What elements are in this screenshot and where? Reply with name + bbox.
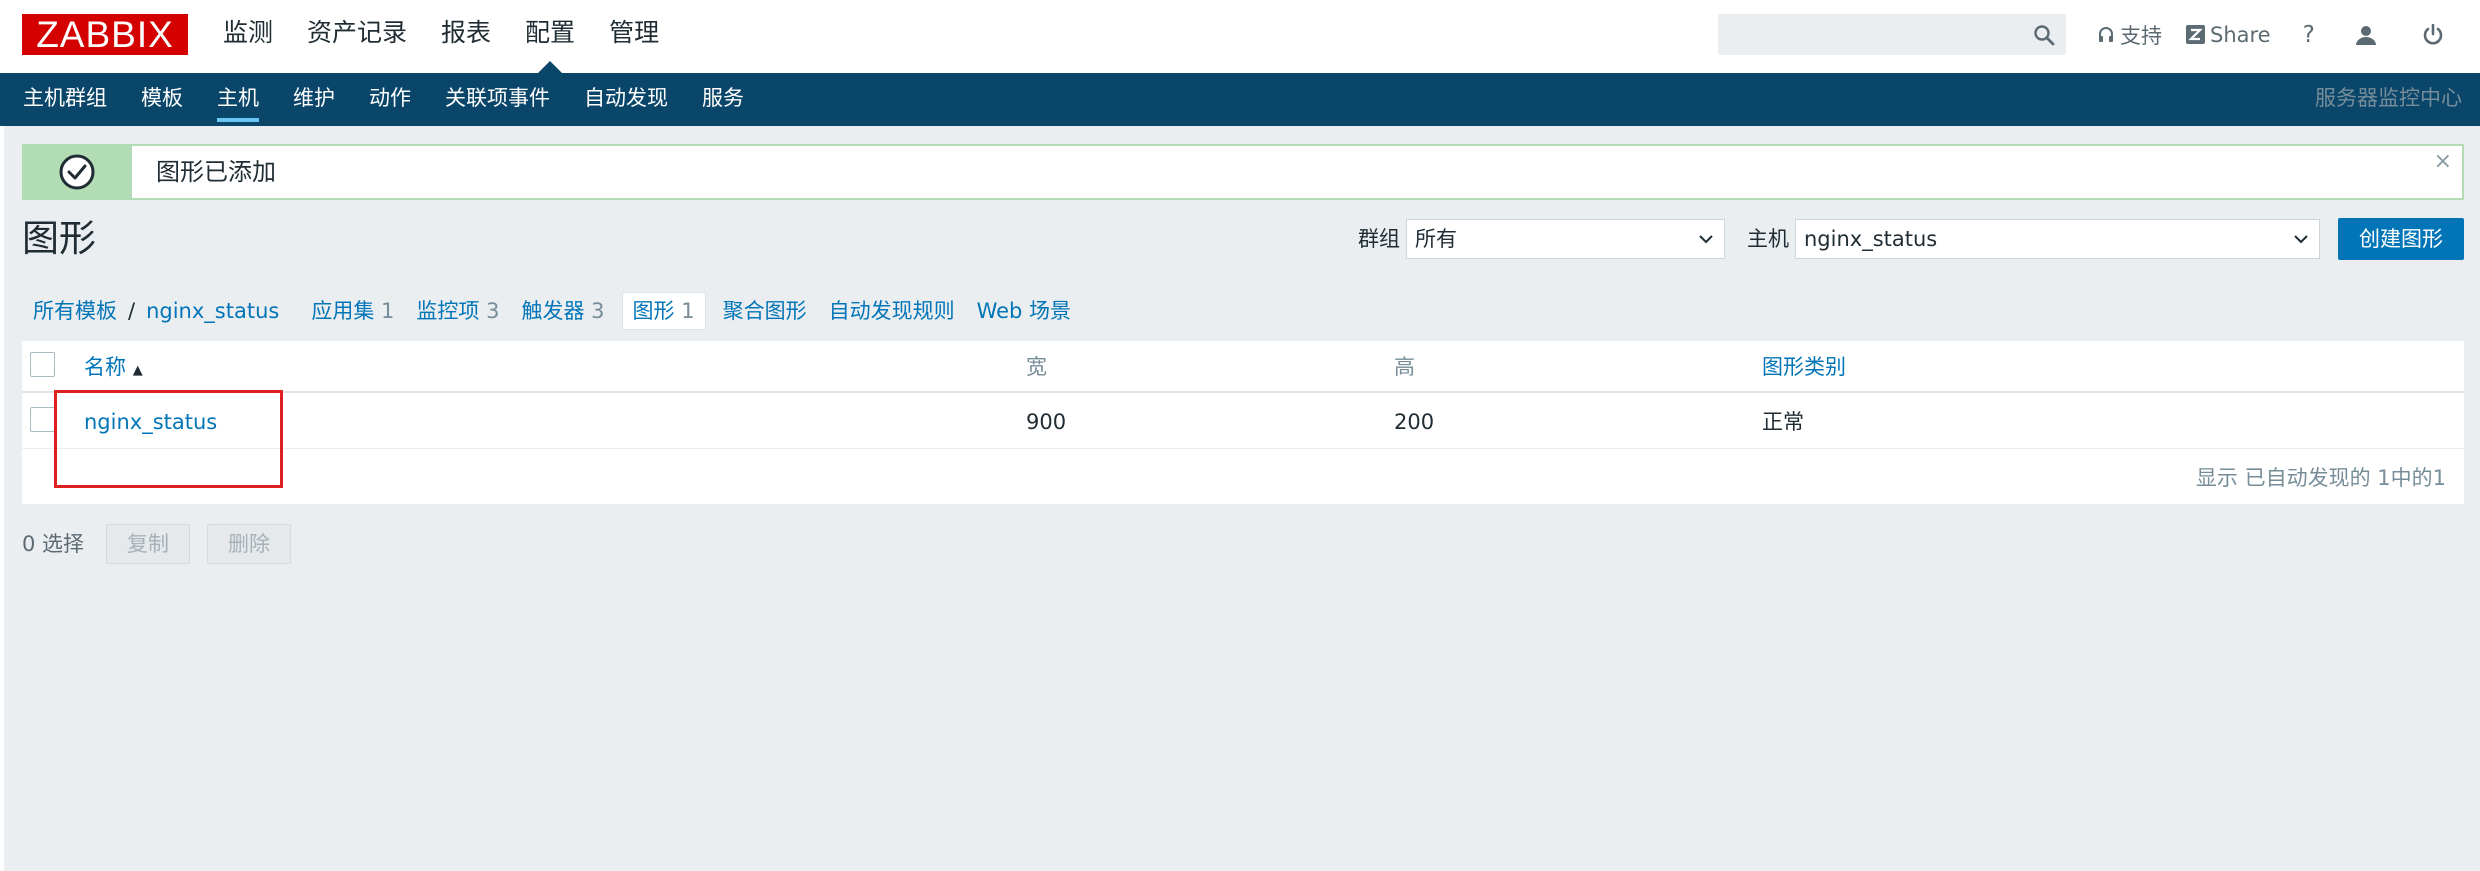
nav-reports[interactable]: 报表 xyxy=(424,0,508,73)
selected-count: 0 选择 xyxy=(22,532,85,556)
nav-monitoring[interactable]: 监测 xyxy=(206,0,290,73)
search-input[interactable] xyxy=(1718,14,2066,55)
page-title: 图形 xyxy=(22,217,96,260)
tab-graphs[interactable]: 图形 1 xyxy=(621,292,706,330)
tab-triggers[interactable]: 触发器 3 xyxy=(510,291,615,331)
server-name: 服务器监控中心 xyxy=(2315,86,2462,110)
group-select[interactable]: 所有 xyxy=(1406,219,1725,259)
tab-web-scenarios[interactable]: Web 场景 xyxy=(966,291,1082,331)
annotation-highlight-box xyxy=(54,390,283,488)
tab-label: 应用集 xyxy=(311,299,375,323)
subnav-hosts[interactable]: 主机 xyxy=(200,73,276,126)
select-all-checkbox[interactable] xyxy=(30,352,55,377)
tab-applications[interactable]: 应用集 1 xyxy=(300,291,405,331)
graph-type: 正常 xyxy=(1762,410,1804,434)
help-icon: ? xyxy=(2302,21,2315,48)
column-height: 高 xyxy=(1394,355,1415,379)
breadcrumb-separator: / xyxy=(128,299,136,323)
column-graph-type[interactable]: 图形类别 xyxy=(1762,341,1846,393)
group-select-value: 所有 xyxy=(1415,227,1457,251)
share-z-icon xyxy=(2186,25,2205,44)
tab-items[interactable]: 监控项 3 xyxy=(405,291,510,331)
main-nav: 监测 资产记录 报表 配置 管理 xyxy=(206,0,676,73)
sort-asc-icon: ▲ xyxy=(132,363,143,378)
subnav-services[interactable]: 服务 xyxy=(685,73,761,126)
nav-administration[interactable]: 管理 xyxy=(592,0,676,73)
table-header: 名称 ▲ 宽 高 图形类别 xyxy=(22,341,2464,393)
close-icon[interactable]: × xyxy=(2434,150,2452,174)
nav-inventory[interactable]: 资产记录 xyxy=(290,0,424,73)
tab-label: 图形 xyxy=(632,299,675,323)
search-icon[interactable] xyxy=(2033,24,2055,46)
graphs-table: 名称 ▲ 宽 高 图形类别 nginx_status 900 200 正常 显示… xyxy=(22,341,2464,504)
breadcrumb-all-templates[interactable]: 所有模板 xyxy=(22,291,128,331)
support-link[interactable]: 支持 xyxy=(2085,14,2174,55)
column-name[interactable]: 名称 ▲ xyxy=(84,341,143,397)
zabbix-logo[interactable]: ZABBIX xyxy=(22,14,188,55)
tab-count: 3 xyxy=(486,299,500,323)
power-icon xyxy=(2423,23,2443,44)
table-stats: 显示 已自动发现的 1中的1 xyxy=(2195,466,2446,490)
share-link[interactable]: Share xyxy=(2174,14,2283,55)
share-label: Share xyxy=(2210,22,2271,47)
left-edge xyxy=(0,126,4,871)
row-checkbox[interactable] xyxy=(30,407,55,432)
help-button[interactable]: ? xyxy=(2283,14,2335,55)
headset-icon xyxy=(2099,26,2113,42)
tab-count: 1 xyxy=(381,299,395,323)
logout-button[interactable] xyxy=(2402,14,2469,55)
create-graph-button[interactable]: 创建图形 xyxy=(2338,218,2464,260)
sub-nav: 主机群组 模板 主机 维护 动作 关联项事件 自动发现 服务 服务器监控中心 xyxy=(0,73,2480,126)
header-tools: 支持 Share ? xyxy=(2085,14,2469,55)
subnav-host-groups[interactable]: 主机群组 xyxy=(6,73,124,126)
subnav-event-correlation[interactable]: 关联项事件 xyxy=(428,73,567,126)
tab-label: 监控项 xyxy=(416,299,480,323)
host-select[interactable]: nginx_status xyxy=(1795,219,2320,259)
check-circle-icon xyxy=(59,154,95,190)
group-label: 群组 xyxy=(1358,227,1400,251)
user-icon xyxy=(2355,25,2376,45)
subnav-actions[interactable]: 动作 xyxy=(352,73,428,126)
nav-configuration[interactable]: 配置 xyxy=(508,0,592,73)
tab-label: 触发器 xyxy=(521,299,585,323)
tab-count: 1 xyxy=(681,299,695,323)
graph-width: 900 xyxy=(1026,410,1067,434)
support-label: 支持 xyxy=(2120,23,2162,48)
success-indicator xyxy=(24,146,132,198)
top-header: ZABBIX 监测 资产记录 报表 配置 管理 支持 Share ? xyxy=(0,0,2480,73)
subnav-maintenance[interactable]: 维护 xyxy=(276,73,352,126)
success-message: 图形已添加 × xyxy=(22,144,2464,200)
delete-button[interactable]: 删除 xyxy=(207,524,291,564)
breadcrumb-host[interactable]: nginx_status xyxy=(135,291,290,331)
tab-label: 自动发现规则 xyxy=(828,299,955,323)
subnav-templates[interactable]: 模板 xyxy=(124,73,200,126)
breadcrumb: 所有模板 / nginx_status 应用集 1 监控项 3 触发器 3 图形… xyxy=(22,291,1082,331)
message-text: 图形已添加 xyxy=(156,158,276,186)
tab-discovery-rules[interactable]: 自动发现规则 xyxy=(818,291,966,331)
column-name-label: 名称 xyxy=(84,355,126,379)
tab-label: 聚合图形 xyxy=(722,299,807,323)
tab-screens[interactable]: 聚合图形 xyxy=(712,291,818,331)
host-label: 主机 xyxy=(1747,227,1789,251)
tab-count: 3 xyxy=(591,299,605,323)
chevron-down-icon xyxy=(2294,235,2308,244)
table-row: nginx_status 900 200 正常 xyxy=(22,395,2464,449)
chevron-down-icon xyxy=(1699,235,1713,244)
graph-height: 200 xyxy=(1394,410,1435,434)
column-width: 宽 xyxy=(1026,355,1047,379)
tab-label: Web 场景 xyxy=(976,299,1072,323)
host-select-value: nginx_status xyxy=(1804,227,1938,251)
profile-button[interactable] xyxy=(2335,14,2402,55)
subnav-discovery[interactable]: 自动发现 xyxy=(567,73,685,126)
copy-button[interactable]: 复制 xyxy=(106,524,190,564)
